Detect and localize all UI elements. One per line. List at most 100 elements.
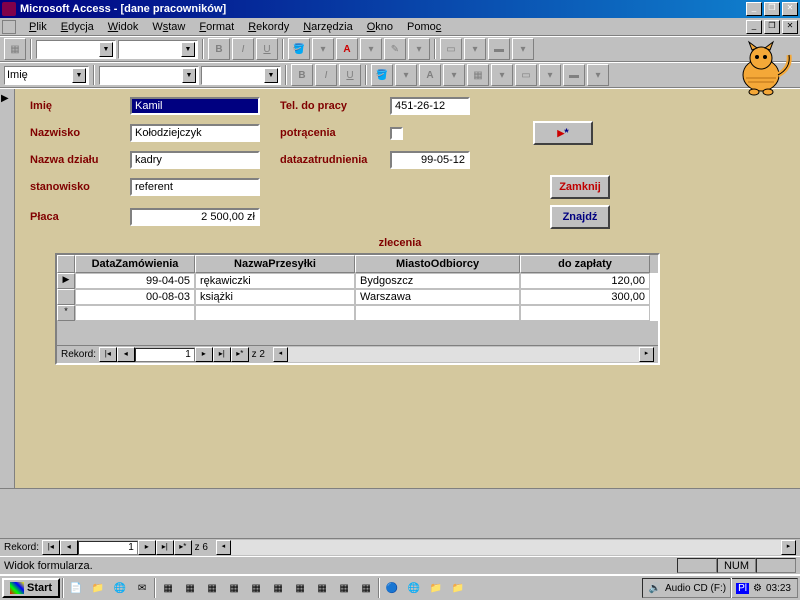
nav-last-button[interactable]: ▸| — [213, 347, 231, 362]
special-effect-button[interactable]: ▬ — [488, 38, 510, 60]
italic-button[interactable]: I — [232, 38, 254, 60]
main-hscroll[interactable]: ◂▸ — [216, 540, 796, 555]
menu-edycja[interactable]: Edycja — [54, 19, 101, 35]
menu-okno[interactable]: Okno — [360, 19, 400, 35]
cell-data[interactable]: 99-04-05 — [75, 273, 195, 289]
restore-button[interactable]: ❐ — [764, 2, 780, 16]
quicklaunch-button[interactable]: 📁 — [88, 578, 108, 598]
close-button[interactable]: ✕ — [782, 2, 798, 16]
nav-prev-button[interactable]: ◂ — [117, 347, 135, 362]
tray-icon[interactable]: ⚙ — [753, 583, 762, 594]
taskbar-app-button[interactable]: ▦ — [334, 578, 354, 598]
dd-4[interactable]: ▾ — [464, 38, 486, 60]
menu-narzedzia[interactable]: Narzędzia — [296, 19, 360, 35]
quicklaunch-button[interactable]: 📄 — [66, 578, 86, 598]
minimize-button[interactable]: _ — [746, 2, 762, 16]
checkbox-potracenia[interactable] — [390, 127, 403, 140]
fill-color-button[interactable]: 🪣 — [288, 38, 310, 60]
new-record-button[interactable]: ▶* — [533, 121, 593, 145]
quicklaunch-button[interactable]: 🌐 — [110, 578, 130, 598]
font2-combo[interactable]: ▼ — [99, 66, 199, 85]
subform-hscroll[interactable]: ◂▸ — [273, 347, 654, 362]
grid-row[interactable]: 00-08-03 książki Warszawa 300,00 — [57, 289, 658, 305]
line-color-button[interactable]: ✎ — [384, 38, 406, 60]
taskbar-app-button[interactable]: 📁 — [426, 578, 446, 598]
bold-button[interactable]: B — [208, 38, 230, 60]
dd-1[interactable]: ▾ — [312, 38, 334, 60]
nav-next-button[interactable]: ▸ — [195, 347, 213, 362]
field-nazwa-dzialu[interactable]: kadry — [130, 151, 260, 169]
dd-2[interactable]: ▾ — [360, 38, 382, 60]
underline2-button[interactable]: U — [339, 64, 361, 86]
mdi-system-icon[interactable] — [2, 20, 16, 34]
field-placa[interactable]: 2 500,00 zł — [130, 208, 260, 226]
main-nav-next-button[interactable]: ▸ — [138, 540, 156, 555]
menu-rekordy[interactable]: Rekordy — [241, 19, 296, 35]
col-nazwa[interactable]: NazwaPrzesyłki — [195, 255, 355, 273]
menu-format[interactable]: Format — [192, 19, 241, 35]
dd2-5[interactable]: ▾ — [587, 64, 609, 86]
system-tray[interactable]: 🔊 Audio CD (F:) Pl ⚙ 03:23 — [642, 578, 798, 598]
size-combo[interactable]: ▼ — [118, 40, 198, 59]
cell-zaplaty[interactable]: 300,00 — [520, 289, 650, 305]
dd2-1[interactable]: ▾ — [395, 64, 417, 86]
cell-data[interactable]: 00-08-03 — [75, 289, 195, 305]
row-selector[interactable] — [57, 289, 75, 305]
main-nav-position-field[interactable]: 1 — [78, 541, 138, 555]
grid-button[interactable]: ▦ — [467, 64, 489, 86]
italic2-button[interactable]: I — [315, 64, 337, 86]
mdi-minimize-button[interactable]: _ — [746, 20, 762, 34]
col-zaplaty[interactable]: do zapłaty — [520, 255, 650, 273]
fill2-button[interactable]: 🪣 — [371, 64, 393, 86]
dd2-4[interactable]: ▾ — [539, 64, 561, 86]
start-button[interactable]: Start — [2, 578, 60, 598]
nav-position-field[interactable]: 1 — [135, 348, 195, 362]
border2-button[interactable]: ▭ — [515, 64, 537, 86]
dd-5[interactable]: ▾ — [512, 38, 534, 60]
field-imie[interactable]: Kamil — [130, 97, 260, 115]
taskbar-app-button[interactable]: ▦ — [290, 578, 310, 598]
dd2-2[interactable]: ▾ — [443, 64, 465, 86]
dd-3[interactable]: ▾ — [408, 38, 430, 60]
taskbar-app-button[interactable]: ▦ — [202, 578, 222, 598]
cell-miasto[interactable]: Bydgoszcz — [355, 273, 520, 289]
size2-combo[interactable]: ▼ — [201, 66, 281, 85]
znajdz-button[interactable]: Znajdź — [550, 205, 610, 229]
mdi-close-button[interactable]: ✕ — [782, 20, 798, 34]
nav-first-button[interactable]: |◂ — [99, 347, 117, 362]
nav-new-button[interactable]: ▸* — [231, 347, 249, 362]
view-button[interactable]: ▦ — [4, 38, 26, 60]
menu-wstaw[interactable]: Wstaw — [145, 19, 192, 35]
field-datazatr[interactable]: 99-05-12 — [390, 151, 470, 169]
font-color-button[interactable]: A — [336, 38, 358, 60]
cell-zaplaty[interactable]: 120,00 — [520, 273, 650, 289]
taskbar-app-button[interactable]: ▦ — [180, 578, 200, 598]
tray-volume-icon[interactable]: 🔊 — [649, 583, 661, 594]
taskbar-app-button[interactable]: ▦ — [224, 578, 244, 598]
grid-corner[interactable] — [57, 255, 75, 273]
font-combo[interactable]: ▼ — [36, 40, 116, 59]
taskbar-app-button[interactable]: ▦ — [356, 578, 376, 598]
taskbar-app-button[interactable]: 🌐 — [404, 578, 424, 598]
grid-row-new[interactable]: * — [57, 305, 658, 321]
taskbar-app-button[interactable]: 📁 — [448, 578, 468, 598]
cell-miasto[interactable]: Warszawa — [355, 289, 520, 305]
field-tel[interactable]: 451-26-12 — [390, 97, 470, 115]
border-button[interactable]: ▭ — [440, 38, 462, 60]
new-row-icon[interactable]: * — [57, 305, 75, 321]
menu-pomoc[interactable]: Pomoc — [400, 19, 448, 35]
taskbar-app-button[interactable]: ▦ — [158, 578, 178, 598]
menu-widok[interactable]: Widok — [101, 19, 146, 35]
effect2-button[interactable]: ▬ — [563, 64, 585, 86]
bold2-button[interactable]: B — [291, 64, 313, 86]
main-nav-prev-button[interactable]: ◂ — [60, 540, 78, 555]
record-selector-icon[interactable]: ▶ — [1, 93, 13, 105]
cell-nazwa[interactable]: książki — [195, 289, 355, 305]
row-selector-icon[interactable]: ▶ — [57, 273, 75, 289]
dd2-3[interactable]: ▾ — [491, 64, 513, 86]
taskbar-app-button[interactable]: ▦ — [312, 578, 332, 598]
tray-lang-icon[interactable]: Pl — [736, 583, 749, 594]
underline-button[interactable]: U — [256, 38, 278, 60]
object-combo[interactable]: Imię▼ — [4, 66, 89, 85]
col-data[interactable]: DataZamówienia — [75, 255, 195, 273]
